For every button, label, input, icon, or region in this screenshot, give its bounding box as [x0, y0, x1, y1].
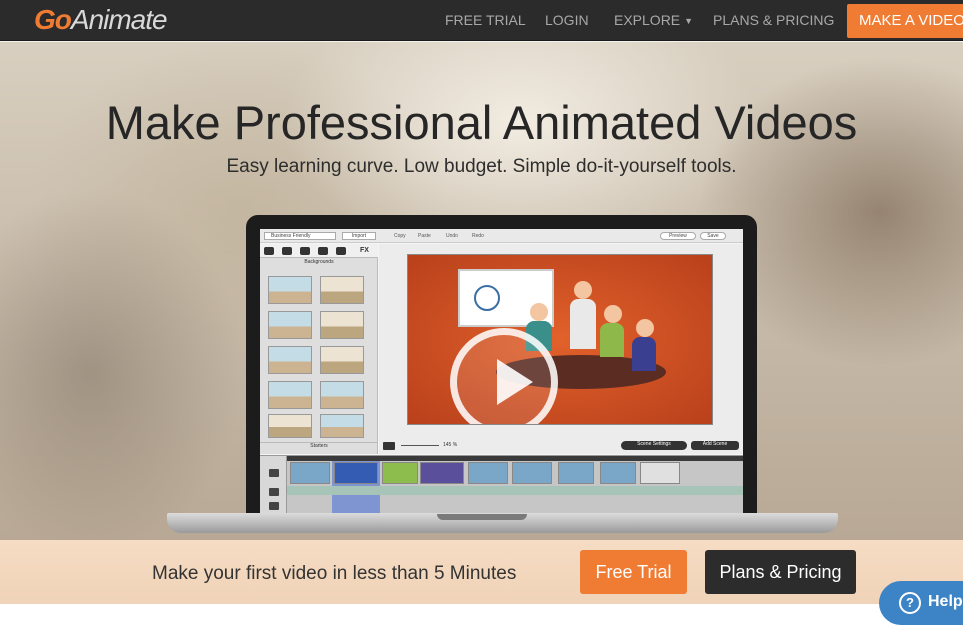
nav-explore[interactable]: EXPLORE ▼ [614, 12, 693, 28]
top-nav: GoAnimate FREE TRIAL LOGIN EXPLORE ▼ PLAN… [0, 0, 963, 41]
import-button: Import [342, 232, 376, 240]
background-thumb [268, 381, 312, 409]
character-head [604, 305, 622, 323]
background-thumb [268, 414, 312, 438]
logo-animate: Animate [70, 4, 168, 35]
music-note-icon [269, 502, 279, 510]
timeline-scene [512, 462, 552, 484]
background-thumb [268, 276, 312, 304]
cta-bar: Make your first video in less than 5 Min… [0, 540, 963, 604]
plans-pricing-button[interactable]: Plans & Pricing [705, 550, 856, 594]
play-button[interactable] [450, 328, 558, 424]
add-scene-button: Add Scene [691, 441, 739, 450]
prop-icon [318, 247, 328, 255]
nav-plans-pricing[interactable]: PLANS & PRICING [713, 12, 834, 28]
character-body [570, 299, 596, 349]
background-thumb [320, 381, 364, 409]
page-bottom [0, 604, 963, 633]
editor-toolbar: Business Friendly Import Copy Paste Undo… [260, 229, 743, 243]
free-trial-button[interactable]: Free Trial [580, 550, 687, 594]
play-icon [497, 359, 533, 405]
hero-subtitle: Easy learning curve. Low budget. Simple … [226, 156, 737, 177]
timeline-scene [468, 462, 508, 484]
hero-title: Make Professional Animated Videos [105, 96, 858, 149]
help-button[interactable]: ? Help [879, 581, 963, 625]
nav-free-trial[interactable]: FREE TRIAL [445, 12, 526, 28]
timeline-add-slot [640, 462, 680, 484]
save-button: Save [700, 232, 726, 240]
stage-canvas [407, 254, 713, 425]
character-body [632, 337, 656, 371]
background-thumb [268, 346, 312, 374]
timeline-scene [334, 462, 378, 484]
character-body [600, 323, 624, 357]
background-thumb [320, 276, 364, 304]
nav-login[interactable]: LOGIN [545, 12, 589, 28]
timeline-scene [558, 462, 594, 484]
timeline-scene [290, 462, 330, 484]
character-head [530, 303, 548, 321]
copy-label: Copy [394, 233, 406, 239]
background-thumb [268, 311, 312, 339]
undo-label: Undo [446, 233, 458, 239]
goanimate-logo[interactable]: GoAnimate [34, 4, 168, 36]
theme-dropdown: Business Friendly [264, 232, 336, 240]
film-icon [269, 469, 279, 477]
question-icon: ? [899, 592, 921, 614]
editor-screenshot: Business Friendly Import Copy Paste Undo… [260, 229, 743, 515]
timeline-lanes [260, 456, 287, 515]
help-label: Help [928, 593, 963, 610]
character-head [574, 281, 592, 299]
fx-tab: FX [360, 247, 369, 254]
scene-settings-button: Scene Settings [621, 441, 687, 450]
editor-sidebar: FX Backgrounds Starters [260, 244, 378, 454]
zoom-bar: 145 % Scene Settings Add Scene [379, 439, 743, 453]
pie-chart-drawing [474, 285, 500, 311]
laptop-notch [437, 514, 527, 520]
laptop-frame: Business Friendly Import Copy Paste Undo… [246, 215, 757, 515]
stage-area: 145 % Scene Settings Add Scene [379, 244, 743, 454]
backgrounds-label: Backgrounds [304, 259, 334, 265]
chevron-down-icon: ▼ [684, 16, 694, 27]
make-a-video-button[interactable]: MAKE A VIDEO [847, 4, 963, 38]
timeline-scene [382, 462, 418, 484]
character-icon [264, 247, 274, 255]
music-icon [336, 247, 346, 255]
timeline-scene [420, 462, 464, 484]
preview-button: Preview [660, 232, 696, 240]
microphone-icon [269, 488, 279, 496]
background-thumb [320, 346, 364, 374]
asset-tabs: FX [260, 244, 378, 258]
cta-text: Make your first video in less than 5 Min… [152, 563, 517, 584]
logo-go: Go [34, 4, 72, 35]
character-head [636, 319, 654, 337]
background-thumb [320, 414, 364, 438]
redo-label: Redo [472, 233, 484, 239]
nav-explore-label: EXPLORE [614, 12, 681, 28]
zoom-slider-track [401, 445, 439, 446]
background-icon [300, 247, 310, 255]
camera-icon [383, 442, 395, 450]
timeline-scene [600, 462, 636, 484]
timeline [260, 455, 743, 515]
audio-track [287, 486, 743, 495]
starters-label: Starters [260, 442, 378, 449]
paste-label: Paste [418, 233, 431, 239]
background-thumb [320, 311, 364, 339]
zoom-value: 145 % [443, 442, 458, 448]
bubble-icon [282, 247, 292, 255]
